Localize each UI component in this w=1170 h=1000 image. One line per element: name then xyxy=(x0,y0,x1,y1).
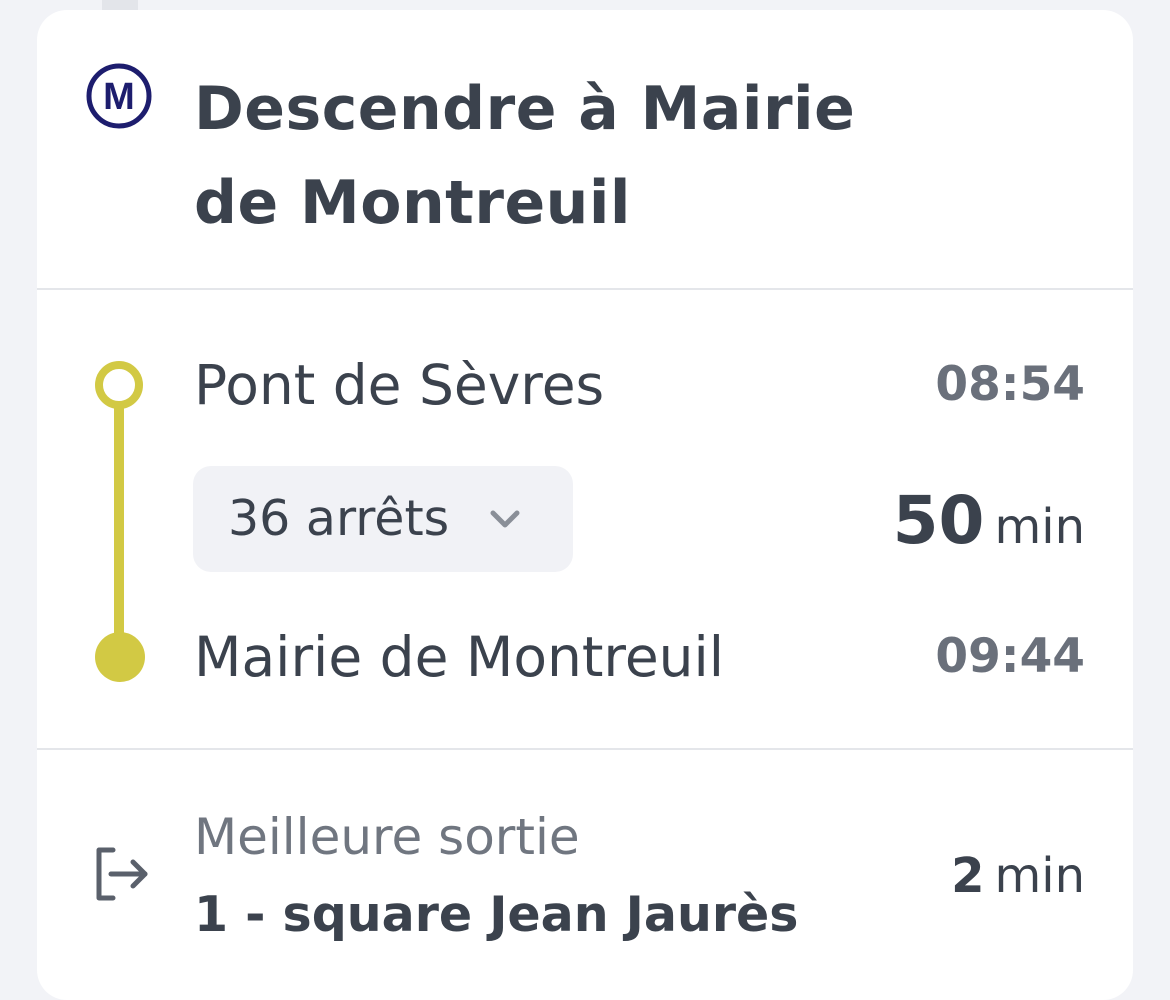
ride-duration-value: 50 xyxy=(892,482,985,559)
exit-walk-duration: 2 min xyxy=(951,844,1085,919)
arrival-station: Mairie de Montreuil xyxy=(194,625,725,689)
step-title: Descendre à Mairie de Montreuil xyxy=(194,74,856,238)
stops-toggle-button[interactable]: 36 arrêts xyxy=(193,466,573,572)
exit-walk-unit: min xyxy=(994,848,1085,904)
chevron-down-icon xyxy=(487,507,523,531)
best-exit-label: Meilleure sortie xyxy=(194,808,580,866)
ride-duration: 50 min xyxy=(893,486,1085,573)
exit-icon xyxy=(89,842,153,906)
exit-walk-value: 2 xyxy=(951,848,985,904)
svg-text:M: M xyxy=(103,76,135,118)
departure-station: Pont de Sèvres xyxy=(194,353,605,417)
stops-count-label: 36 arrêts xyxy=(228,490,450,547)
metro-line-track xyxy=(114,390,124,658)
metro-m-icon: M xyxy=(85,62,153,130)
divider xyxy=(37,288,1133,290)
previous-card-edge xyxy=(102,0,138,10)
journey-step-card: M Descendre à Mairie de Montreuil Pont d… xyxy=(37,10,1133,1000)
arrival-stop-marker xyxy=(95,632,145,682)
arrival-time: 09:44 xyxy=(935,629,1085,684)
divider xyxy=(37,748,1133,750)
departure-stop-marker xyxy=(95,361,143,409)
departure-time: 08:54 xyxy=(935,357,1085,412)
ride-duration-unit: min xyxy=(994,499,1085,555)
best-exit-name: 1 - square Jean Jaurès xyxy=(194,886,799,943)
